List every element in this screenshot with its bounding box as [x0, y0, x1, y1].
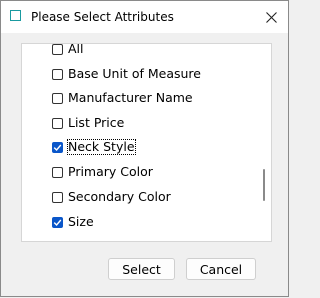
list-item-size[interactable]: Size: [52, 211, 94, 233]
checkmark-icon: [53, 144, 62, 151]
checkbox-primary-color[interactable]: [52, 166, 63, 178]
item-label: Manufacturer Name: [68, 90, 193, 105]
list-item-all[interactable]: All: [52, 43, 84, 60]
list-item-secondary-color[interactable]: Secondary Color: [52, 186, 171, 208]
scrollbar-thumb[interactable]: [263, 169, 265, 201]
checkbox-base-unit-of-measure[interactable]: [52, 68, 63, 80]
checkbox-all[interactable]: [52, 44, 63, 55]
close-icon: [265, 11, 277, 23]
cancel-button[interactable]: Cancel: [186, 258, 256, 280]
vertical-scrollbar[interactable]: [262, 44, 266, 241]
select-attributes-dialog: Please Select Attributes All Base Unit o…: [0, 0, 289, 297]
checkbox-list-price[interactable]: [52, 117, 63, 129]
checkmark-icon: [53, 219, 62, 226]
checkbox-secondary-color[interactable]: [52, 191, 63, 203]
item-label: Size: [68, 214, 94, 229]
dialog-title: Please Select Attributes: [31, 10, 174, 24]
list-item-base-unit-of-measure[interactable]: Base Unit of Measure: [52, 63, 201, 85]
list-item-neck-style[interactable]: Neck Style: [52, 136, 136, 158]
attributes-list[interactable]: All Base Unit of Measure Manufacturer Na…: [21, 43, 272, 242]
checkbox-neck-style[interactable]: [52, 141, 63, 153]
checkbox-manufacturer-name[interactable]: [52, 92, 63, 104]
title-bar: Please Select Attributes: [1, 1, 288, 33]
item-label: Primary Color: [68, 164, 153, 179]
list-item-manufacturer-name[interactable]: Manufacturer Name: [52, 87, 193, 109]
app-icon: [10, 10, 21, 21]
item-label: Base Unit of Measure: [68, 66, 201, 81]
select-button[interactable]: Select: [108, 258, 175, 280]
item-label: All: [68, 43, 84, 56]
item-label: List Price: [68, 115, 125, 130]
checkbox-size[interactable]: [52, 216, 63, 228]
item-label: Secondary Color: [68, 189, 171, 204]
item-label: Neck Style: [67, 139, 136, 155]
close-button[interactable]: [254, 1, 288, 33]
list-item-primary-color[interactable]: Primary Color: [52, 161, 153, 183]
list-item-list-price[interactable]: List Price: [52, 112, 124, 134]
